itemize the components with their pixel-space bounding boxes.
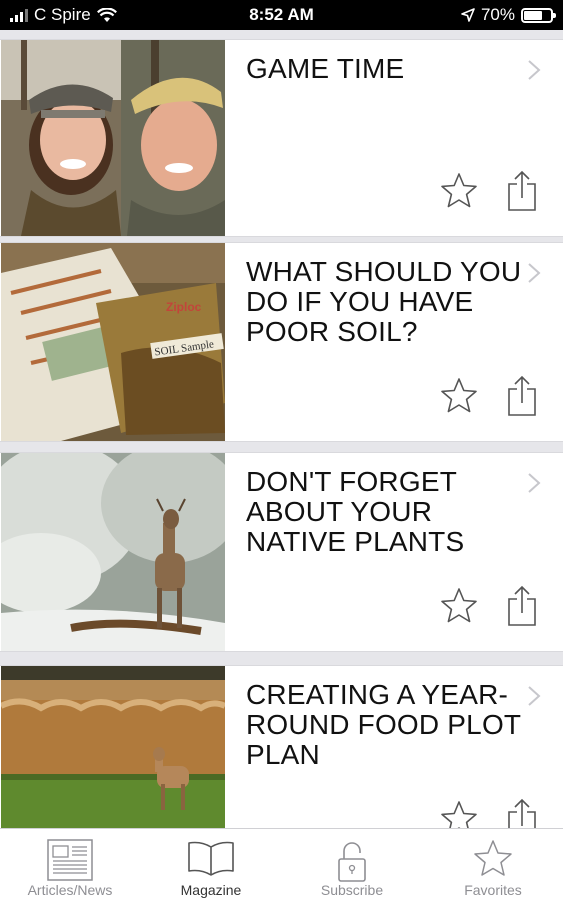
share-icon[interactable] xyxy=(505,585,539,627)
tab-label: Favorites xyxy=(464,882,522,898)
article-title[interactable]: DON'T FORGET ABOUT YOUR NATIVE PLANTS xyxy=(246,467,526,557)
star-icon xyxy=(474,840,512,876)
chevron-right-icon[interactable] xyxy=(525,58,543,82)
chevron-right-icon[interactable] xyxy=(525,684,543,708)
article-thumbnail-soil[interactable]: SOIL Sample Ziploc xyxy=(1,243,225,441)
article-thumbnail-selfie[interactable] xyxy=(1,40,225,236)
tab-label: Magazine xyxy=(180,882,242,898)
article-title[interactable]: CREATING A YEAR-ROUND FOOD PLOT PLAN xyxy=(246,680,526,770)
battery-icon xyxy=(521,7,556,23)
newspaper-icon xyxy=(47,839,93,881)
tab-label: Articles/News xyxy=(27,882,113,898)
article-card[interactable]: DON'T FORGET ABOUT YOUR NATIVE PLANTS xyxy=(0,452,563,652)
battery-percent: 70% xyxy=(480,5,515,24)
article-feed[interactable]: GAME TIME SOIL Sample Ziploc WHAT SHOULD… xyxy=(0,30,563,865)
status-bar: C Spire 8:52 AM 70% xyxy=(0,0,563,30)
article-title[interactable]: WHAT SHOULD YOU DO IF YOU HAVE POOR SOIL… xyxy=(246,257,526,347)
lock-icon xyxy=(338,842,366,882)
article-card[interactable]: GAME TIME xyxy=(0,39,563,237)
favorite-star-icon[interactable] xyxy=(440,377,478,415)
chevron-right-icon[interactable] xyxy=(525,261,543,285)
article-thumbnail-deer-snow[interactable] xyxy=(1,453,225,651)
status-right: 70% xyxy=(461,5,556,25)
favorite-star-icon[interactable] xyxy=(440,587,478,625)
battery-fill xyxy=(524,10,542,20)
tab-bar: Articles/News Magazine Subscribe Favorit… xyxy=(0,828,563,901)
tab-magazine[interactable]: Magazine xyxy=(141,829,281,901)
share-icon[interactable] xyxy=(505,170,539,212)
tab-subscribe[interactable]: Subscribe xyxy=(282,829,422,901)
article-card[interactable]: SOIL Sample Ziploc WHAT SHOULD YOU DO IF… xyxy=(0,242,563,442)
article-title[interactable]: GAME TIME xyxy=(246,54,526,84)
tab-label: Subscribe xyxy=(320,882,384,898)
location-arrow-icon xyxy=(461,8,475,22)
open-book-icon xyxy=(188,841,234,876)
favorite-star-icon[interactable] xyxy=(440,172,478,210)
tab-articles-news[interactable]: Articles/News xyxy=(0,829,140,901)
chevron-right-icon[interactable] xyxy=(525,471,543,495)
svg-text:Ziploc: Ziploc xyxy=(166,300,202,314)
share-icon[interactable] xyxy=(505,375,539,417)
tab-favorites[interactable]: Favorites xyxy=(423,829,563,901)
